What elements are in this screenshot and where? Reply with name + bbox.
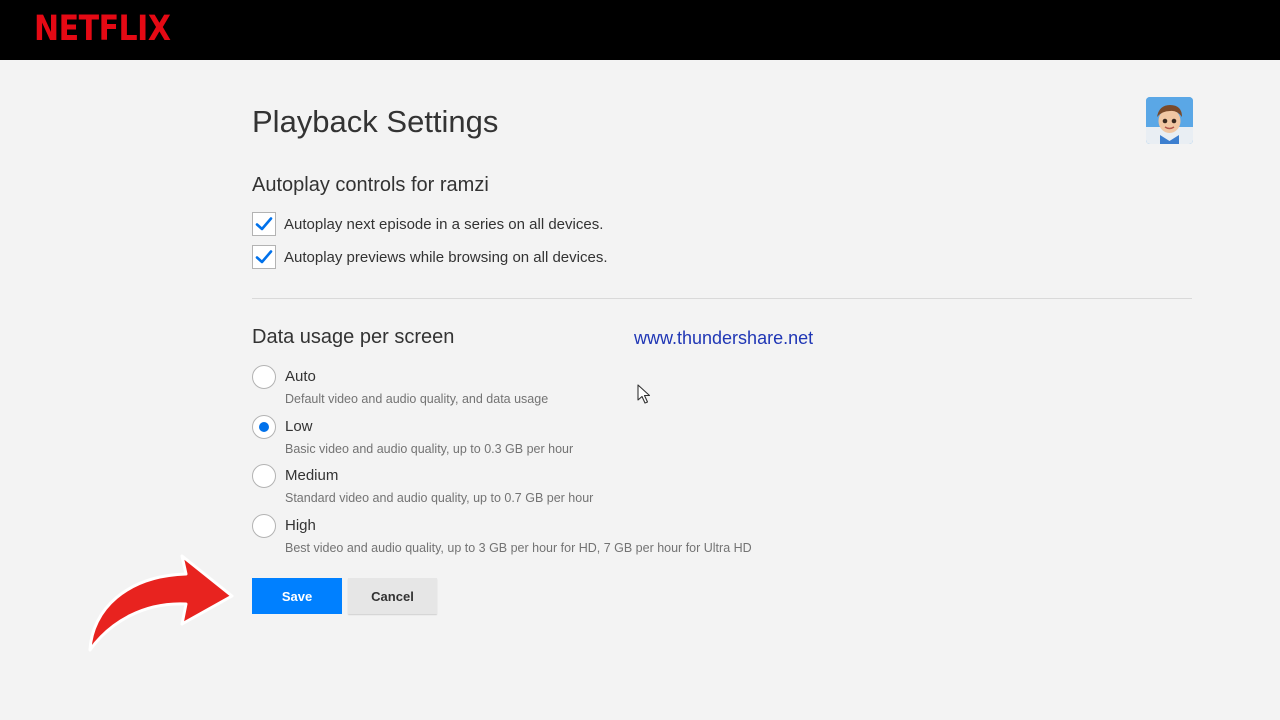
- autoplay-next-episode-checkbox[interactable]: [252, 212, 276, 236]
- netflix-logo[interactable]: NETFLIX: [34, 9, 171, 49]
- page-title: Playback Settings: [252, 104, 499, 139]
- autoplay-previews-option[interactable]: Autoplay previews while browsing on all …: [252, 245, 608, 269]
- save-button[interactable]: Save: [252, 578, 342, 614]
- radio-label: Low: [285, 418, 313, 435]
- autoplay-previews-label: Autoplay previews while browsing on all …: [284, 248, 608, 266]
- red-curved-arrow-icon: [88, 554, 234, 652]
- top-bar: NETFLIX: [0, 0, 1280, 60]
- mouse-pointer-icon: [637, 384, 651, 404]
- radio-label: High: [285, 517, 316, 534]
- radio-description: Default video and audio quality, and dat…: [285, 392, 549, 406]
- radio-label: Medium: [285, 467, 339, 484]
- checkmark-icon: [255, 217, 273, 231]
- radio-description: Standard video and audio quality, up to …: [285, 491, 594, 505]
- radio-low[interactable]: [252, 415, 276, 439]
- cancel-button[interactable]: Cancel: [348, 578, 437, 614]
- autoplay-next-episode-label: Autoplay next episode in a series on all…: [284, 215, 604, 233]
- data-usage-section-title: Data usage per screen: [252, 326, 455, 348]
- watermark-text: www.thundershare.net: [634, 328, 814, 348]
- autoplay-section-title: Autoplay controls for ramzi: [252, 174, 489, 196]
- radio-auto[interactable]: [252, 365, 276, 389]
- playback-settings-page: Playback Settings Autoplay controls for …: [0, 60, 1280, 720]
- section-divider: [252, 298, 1192, 299]
- radio-description: Basic video and audio quality, up to 0.3…: [285, 442, 574, 456]
- autoplay-previews-checkbox[interactable]: [252, 245, 276, 269]
- radio-high[interactable]: [252, 514, 276, 538]
- profile-avatar-icon[interactable]: [1146, 97, 1193, 144]
- checkmark-icon: [255, 250, 273, 264]
- autoplay-next-episode-option[interactable]: Autoplay next episode in a series on all…: [252, 212, 603, 236]
- radio-medium[interactable]: [252, 464, 276, 488]
- radio-label: Auto: [285, 368, 316, 385]
- radio-description: Best video and audio quality, up to 3 GB…: [285, 541, 752, 555]
